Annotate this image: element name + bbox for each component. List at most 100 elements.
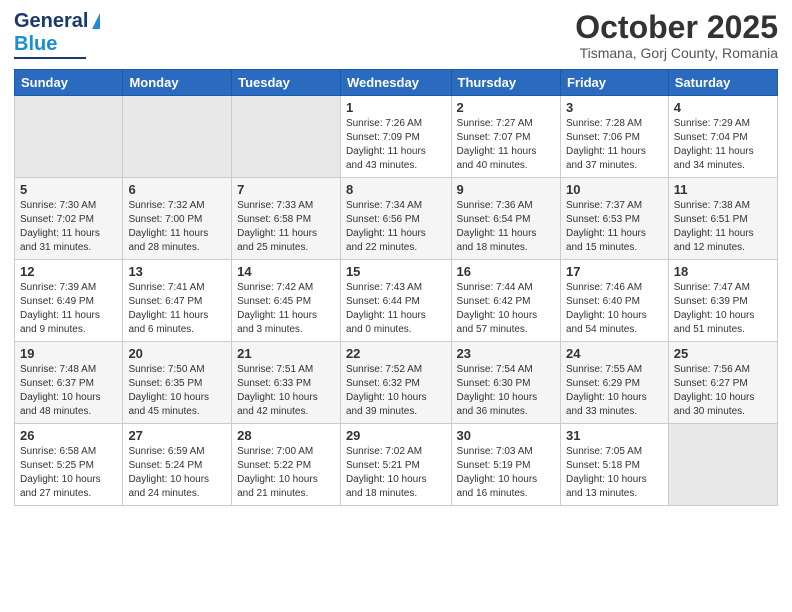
day-number: 22 — [346, 346, 446, 361]
calendar-cell — [123, 96, 232, 178]
day-number: 24 — [566, 346, 663, 361]
calendar-cell — [15, 96, 123, 178]
logo-underline — [14, 57, 86, 59]
day-number: 28 — [237, 428, 335, 443]
day-number: 9 — [457, 182, 555, 197]
calendar-cell: 21Sunrise: 7:51 AMSunset: 6:33 PMDayligh… — [232, 342, 341, 424]
day-number: 21 — [237, 346, 335, 361]
day-info: Sunrise: 7:33 AMSunset: 6:58 PMDaylight:… — [237, 199, 335, 255]
day-number: 5 — [20, 182, 117, 197]
calendar: Sunday Monday Tuesday Wednesday Thursday… — [14, 69, 778, 506]
day-info: Sunrise: 7:44 AMSunset: 6:42 PMDaylight:… — [457, 281, 555, 337]
day-info: Sunrise: 7:41 AMSunset: 6:47 PMDaylight:… — [128, 281, 226, 337]
calendar-cell: 20 Sunrise: 7:50 AMSunset: 6:35 PMDayligh… — [123, 342, 232, 424]
calendar-cell: 29 Sunrise: 7:02 AMSunset: 5:21 PMDayligh… — [340, 424, 451, 506]
calendar-cell: 16Sunrise: 7:44 AMSunset: 6:42 PMDayligh… — [451, 260, 560, 342]
calendar-cell: 2 Sunrise: 7:27 AMSunset: 7:07 PMDaylight… — [451, 96, 560, 178]
day-number: 8 — [346, 182, 446, 197]
day-number: 6 — [128, 182, 226, 197]
calendar-cell: 13 Sunrise: 7:41 AMSunset: 6:47 PMDayligh… — [123, 260, 232, 342]
calendar-cell: 12Sunrise: 7:39 AMSunset: 6:49 PMDayligh… — [15, 260, 123, 342]
day-info: Sunrise: 7:43 AMSunset: 6:44 PMDaylight:… — [346, 281, 446, 337]
title-area: October 2025 Tismana, Gorj County, Roman… — [575, 10, 778, 61]
day-number: 26 — [20, 428, 117, 443]
day-number: 15 — [346, 264, 446, 279]
calendar-cell: 18 Sunrise: 7:47 AMSunset: 6:39 PMDayligh… — [668, 260, 777, 342]
day-number: 17 — [566, 264, 663, 279]
day-number: 4 — [674, 100, 772, 115]
day-number: 3 — [566, 100, 663, 115]
calendar-cell: 11 Sunrise: 7:38 AMSunset: 6:51 PMDayligh… — [668, 178, 777, 260]
day-info: Sunrise: 7:46 AMSunset: 6:40 PMDaylight:… — [566, 281, 663, 337]
day-info: Sunrise: 7:55 AMSunset: 6:29 PMDaylight:… — [566, 363, 663, 419]
col-thursday: Thursday — [451, 70, 560, 96]
calendar-cell: 5 Sunrise: 7:30 AMSunset: 7:02 PMDaylight… — [15, 178, 123, 260]
logo-triangle-icon — [92, 13, 100, 29]
calendar-cell: 6Sunrise: 7:32 AMSunset: 7:00 PMDaylight… — [123, 178, 232, 260]
month-title: October 2025 — [575, 10, 778, 45]
day-number: 20 — [128, 346, 226, 361]
day-number: 10 — [566, 182, 663, 197]
day-number: 30 — [457, 428, 555, 443]
calendar-cell: 10 Sunrise: 7:37 AMSunset: 6:53 PMDayligh… — [560, 178, 668, 260]
col-friday: Friday — [560, 70, 668, 96]
col-wednesday: Wednesday — [340, 70, 451, 96]
day-info: Sunrise: 7:56 AMSunset: 6:27 PMDaylight:… — [674, 363, 772, 419]
day-info: Sunrise: 7:02 AMSunset: 5:21 PMDaylight:… — [346, 445, 446, 501]
week-row-3: 19 Sunrise: 7:48 AMSunset: 6:37 PMDayligh… — [15, 342, 778, 424]
logo: General Blue — [14, 10, 100, 59]
day-info: Sunrise: 7:29 AMSunset: 7:04 PMDaylight:… — [674, 117, 772, 173]
calendar-cell: 28Sunrise: 7:00 AMSunset: 5:22 PMDayligh… — [232, 424, 341, 506]
calendar-cell: 22 Sunrise: 7:52 AMSunset: 6:32 PMDayligh… — [340, 342, 451, 424]
day-info: Sunrise: 7:37 AMSunset: 6:53 PMDaylight:… — [566, 199, 663, 255]
calendar-cell: 27 Sunrise: 6:59 AMSunset: 5:24 PMDayligh… — [123, 424, 232, 506]
calendar-cell: 31 Sunrise: 7:05 AMSunset: 5:18 PMDayligh… — [560, 424, 668, 506]
week-row-2: 12Sunrise: 7:39 AMSunset: 6:49 PMDayligh… — [15, 260, 778, 342]
day-number: 18 — [674, 264, 772, 279]
day-info: Sunrise: 7:26 AMSunset: 7:09 PMDaylight:… — [346, 117, 446, 173]
week-row-0: 1 Sunrise: 7:26 AMSunset: 7:09 PMDaylight… — [15, 96, 778, 178]
calendar-cell: 8 Sunrise: 7:34 AMSunset: 6:56 PMDaylight… — [340, 178, 451, 260]
day-info: Sunrise: 7:05 AMSunset: 5:18 PMDaylight:… — [566, 445, 663, 501]
day-info: Sunrise: 7:47 AMSunset: 6:39 PMDaylight:… — [674, 281, 772, 337]
calendar-cell — [668, 424, 777, 506]
day-info: Sunrise: 7:34 AMSunset: 6:56 PMDaylight:… — [346, 199, 446, 255]
day-number: 29 — [346, 428, 446, 443]
day-info: Sunrise: 7:36 AMSunset: 6:54 PMDaylight:… — [457, 199, 555, 255]
col-tuesday: Tuesday — [232, 70, 341, 96]
calendar-cell: 7 Sunrise: 7:33 AMSunset: 6:58 PMDaylight… — [232, 178, 341, 260]
day-number: 2 — [457, 100, 555, 115]
day-info: Sunrise: 7:52 AMSunset: 6:32 PMDaylight:… — [346, 363, 446, 419]
day-info: Sunrise: 6:59 AMSunset: 5:24 PMDaylight:… — [128, 445, 226, 501]
week-row-4: 26 Sunrise: 6:58 AMSunset: 5:25 PMDayligh… — [15, 424, 778, 506]
day-number: 1 — [346, 100, 446, 115]
calendar-cell: 19 Sunrise: 7:48 AMSunset: 6:37 PMDayligh… — [15, 342, 123, 424]
day-number: 25 — [674, 346, 772, 361]
day-info: Sunrise: 7:27 AMSunset: 7:07 PMDaylight:… — [457, 117, 555, 173]
day-info: Sunrise: 6:58 AMSunset: 5:25 PMDaylight:… — [20, 445, 117, 501]
day-info: Sunrise: 7:30 AMSunset: 7:02 PMDaylight:… — [20, 199, 117, 255]
day-number: 11 — [674, 182, 772, 197]
week-row-1: 5 Sunrise: 7:30 AMSunset: 7:02 PMDaylight… — [15, 178, 778, 260]
day-number: 31 — [566, 428, 663, 443]
day-info: Sunrise: 7:28 AMSunset: 7:06 PMDaylight:… — [566, 117, 663, 173]
day-info: Sunrise: 7:03 AMSunset: 5:19 PMDaylight:… — [457, 445, 555, 501]
logo-general: General — [14, 10, 88, 33]
day-number: 7 — [237, 182, 335, 197]
calendar-cell: 3 Sunrise: 7:28 AMSunset: 7:06 PMDaylight… — [560, 96, 668, 178]
day-info: Sunrise: 7:38 AMSunset: 6:51 PMDaylight:… — [674, 199, 772, 255]
calendar-cell: 26 Sunrise: 6:58 AMSunset: 5:25 PMDayligh… — [15, 424, 123, 506]
calendar-cell: 30 Sunrise: 7:03 AMSunset: 5:19 PMDayligh… — [451, 424, 560, 506]
day-info: Sunrise: 7:50 AMSunset: 6:35 PMDaylight:… — [128, 363, 226, 419]
calendar-cell: 4 Sunrise: 7:29 AMSunset: 7:04 PMDaylight… — [668, 96, 777, 178]
day-info: Sunrise: 7:48 AMSunset: 6:37 PMDaylight:… — [20, 363, 117, 419]
header: General Blue October 2025 Tismana, Gorj … — [14, 10, 778, 61]
day-number: 19 — [20, 346, 117, 361]
day-number: 27 — [128, 428, 226, 443]
calendar-cell: 15 Sunrise: 7:43 AMSunset: 6:44 PMDayligh… — [340, 260, 451, 342]
logo-blue: Blue — [14, 33, 57, 56]
day-number: 23 — [457, 346, 555, 361]
day-info: Sunrise: 7:54 AMSunset: 6:30 PMDaylight:… — [457, 363, 555, 419]
calendar-cell: 24 Sunrise: 7:55 AMSunset: 6:29 PMDayligh… — [560, 342, 668, 424]
day-number: 13 — [128, 264, 226, 279]
